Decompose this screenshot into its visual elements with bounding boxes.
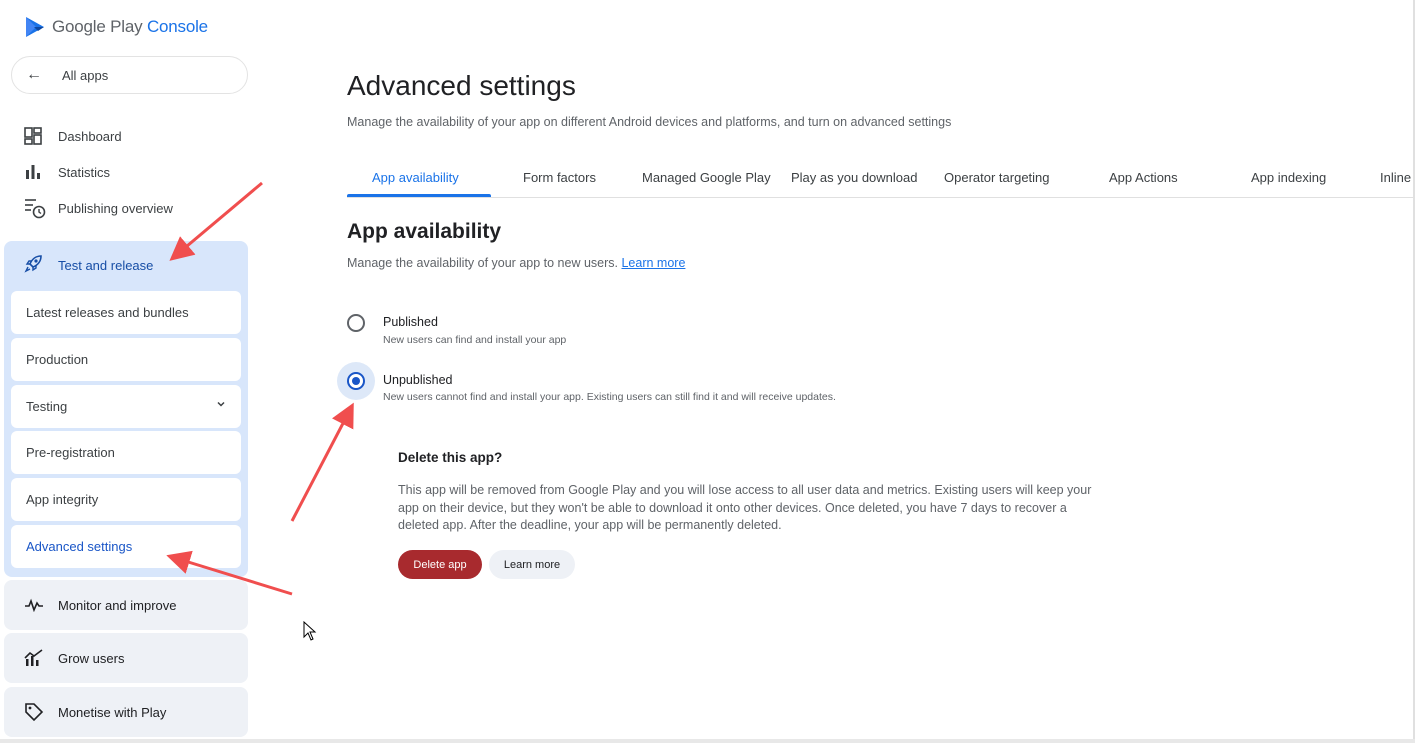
tab-form-factors[interactable]: Form factors — [523, 170, 596, 185]
section-title: App availability — [347, 220, 502, 243]
sidebar-item-statistics[interactable]: Statistics — [24, 160, 110, 184]
active-tab-indicator — [347, 194, 491, 197]
published-description: New users can find and install your app — [383, 334, 567, 346]
sidebar-subitem-label: Latest releases and bundles — [26, 305, 189, 320]
sidebar-item-label: Test and release — [58, 257, 154, 273]
tab-app-indexing[interactable]: App indexing — [1251, 170, 1326, 185]
section-subtitle: Manage the availability of your app to n… — [347, 256, 685, 270]
settings-tabs: App availability Form factors Managed Go… — [347, 162, 1415, 198]
bar-chart-icon — [24, 163, 58, 181]
sidebar-item-publishing-overview[interactable]: Publishing overview — [24, 196, 173, 220]
sidebar-subitem-label: App integrity — [26, 492, 99, 507]
sidebar-subitem-label: Pre-registration — [26, 445, 115, 460]
page-title: Advanced settings — [347, 70, 576, 101]
sidebar-subitem-pre-registration[interactable]: Pre-registration — [11, 431, 241, 474]
sidebar-subitem-latest-releases[interactable]: Latest releases and bundles — [11, 291, 241, 334]
sidebar-item-dashboard[interactable]: Dashboard — [24, 124, 122, 148]
delete-app-body: This app will be removed from Google Pla… — [398, 483, 1092, 532]
sidebar-item-test-and-release[interactable]: Test and release — [24, 253, 153, 277]
sidebar-item-label: Statistics — [58, 164, 111, 180]
delete-app-title: Delete this app? — [398, 450, 503, 465]
sidebar-subitem-label: Testing — [26, 399, 68, 414]
back-arrow-icon: ← — [26, 66, 42, 83]
sidebar-item-label: Publishing overview — [58, 200, 173, 216]
learn-more-button[interactable]: Learn more — [489, 550, 575, 579]
growth-chart-icon — [24, 649, 58, 667]
mouse-cursor-icon — [303, 621, 317, 641]
learn-more-link[interactable]: Learn more — [621, 256, 685, 270]
tab-play-as-you-download[interactable]: Play as you download — [791, 170, 917, 185]
sidebar-subitem-label: Production — [26, 352, 89, 367]
section-subtitle-text: Manage the availability of your app to n… — [347, 256, 618, 270]
published-label: Published — [383, 315, 438, 329]
chevron-down-icon — [215, 398, 227, 413]
pulse-icon — [24, 598, 58, 612]
sidebar-item-label: Dashboard — [58, 128, 122, 144]
dashboard-icon — [24, 127, 58, 145]
tag-icon — [24, 702, 58, 722]
published-radio[interactable] — [347, 314, 365, 332]
sidebar: Google Play Console ← All apps Dashboard… — [0, 0, 256, 743]
publishing-clock-icon — [24, 197, 58, 219]
delete-app-button[interactable]: Delete app — [398, 550, 482, 579]
unpublished-label: Unpublished — [383, 373, 453, 387]
sidebar-subitem-advanced-settings[interactable]: Advanced settings — [11, 525, 241, 568]
sidebar-item-label: Monitor and improve — [58, 597, 177, 613]
unpublished-radio[interactable] — [347, 372, 365, 390]
logo-text: Google Play Console — [52, 17, 208, 36]
annotation-arrow-unpublished-radio — [290, 402, 354, 522]
sidebar-subitem-label: Advanced settings — [26, 539, 133, 554]
tab-app-availability[interactable]: App availability — [372, 170, 459, 185]
tab-app-actions[interactable]: App Actions — [1109, 170, 1178, 185]
sidebar-subitem-production[interactable]: Production — [11, 338, 241, 381]
sidebar-item-label: Monetise with Play — [58, 704, 167, 720]
tab-operator-targeting[interactable]: Operator targeting — [944, 170, 1050, 185]
bottom-divider — [0, 739, 1415, 743]
play-console-logo[interactable]: Google Play Console — [24, 14, 208, 40]
sidebar-item-grow-users[interactable]: Grow users — [4, 633, 248, 683]
sidebar-subitem-app-integrity[interactable]: App integrity — [11, 478, 241, 521]
unpublished-description: New users cannot find and install your a… — [383, 391, 836, 403]
sidebar-item-monitor-and-improve[interactable]: Monitor and improve — [4, 580, 248, 630]
all-apps-label: All apps — [62, 67, 109, 83]
play-console-logo-icon — [26, 17, 44, 37]
all-apps-button[interactable]: ← All apps — [11, 56, 248, 94]
tab-inline[interactable]: Inline — [1380, 170, 1411, 185]
rocket-icon — [24, 253, 58, 278]
sidebar-item-monetise-with-play[interactable]: Monetise with Play — [4, 687, 248, 737]
sidebar-item-label: Grow users — [58, 650, 125, 666]
tab-managed-google-play[interactable]: Managed Google Play — [642, 170, 771, 185]
sidebar-subitem-testing[interactable]: Testing — [11, 385, 241, 428]
page-subtitle: Manage the availability of your app on d… — [347, 115, 952, 129]
